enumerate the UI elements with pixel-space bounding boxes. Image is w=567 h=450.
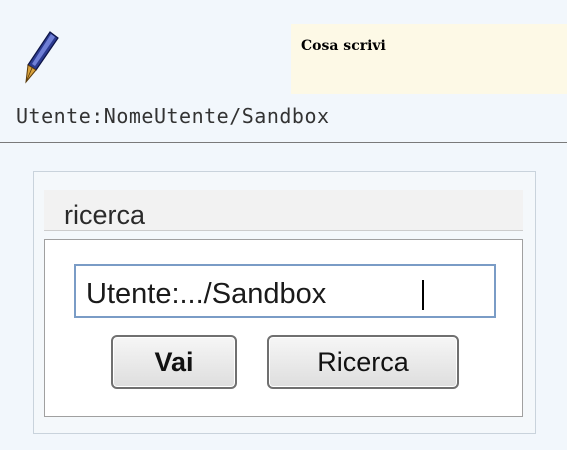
hint-box: Cosa scrivi: [291, 24, 567, 94]
search-button[interactable]: Ricerca: [267, 335, 459, 389]
example-path: Utente:NomeUtente/Sandbox: [16, 104, 330, 128]
text-cursor: [422, 280, 424, 310]
search-input[interactable]: [74, 264, 496, 318]
go-button[interactable]: Vai: [111, 335, 237, 389]
search-panel: ricerca Vai Ricerca: [33, 171, 536, 434]
fountain-pen-icon: [25, 31, 59, 84]
search-panel-title: ricerca: [64, 200, 146, 230]
help-page: Cosa scrivi Utente:NomeUtente/Sandbox ri…: [0, 0, 567, 450]
hint-title: Cosa scrivi: [301, 38, 386, 54]
divider: [0, 142, 567, 143]
